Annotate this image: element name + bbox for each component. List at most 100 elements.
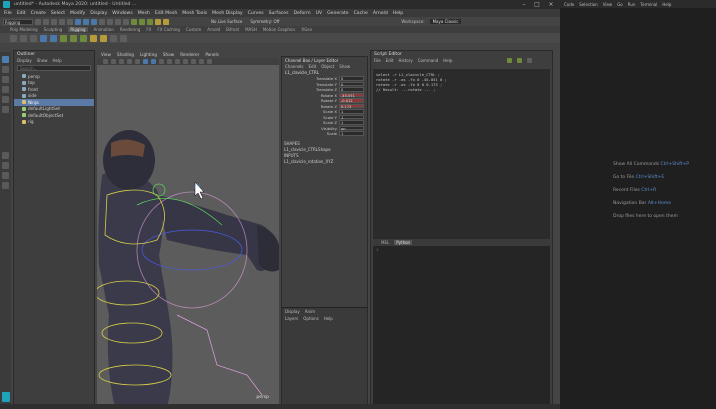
channel-box-tab-edit[interactable]: Edit — [309, 64, 317, 69]
menu-windows[interactable]: Windows — [112, 11, 133, 16]
viewport-menu-panels[interactable]: Panels — [205, 52, 218, 57]
menu-set-dropdown[interactable]: Rigging — [3, 18, 33, 25]
script-menu-history[interactable]: History — [398, 58, 412, 63]
attribute-value[interactable]: 0 — [339, 81, 364, 87]
layout-four-icon[interactable] — [2, 162, 9, 169]
menu-uv[interactable]: UV — [316, 11, 323, 16]
attribute-row[interactable]: Scale 1 — [282, 131, 367, 137]
script-menu-file[interactable]: File — [374, 58, 381, 63]
shelf-tab-rendering[interactable]: Rendering — [120, 27, 140, 32]
redo-icon[interactable] — [67, 18, 73, 25]
viewport-menu-renderer[interactable]: Renderer — [180, 52, 199, 57]
resolution-gate-icon[interactable] — [207, 59, 212, 64]
layout-outliner-icon[interactable] — [2, 182, 9, 189]
menu-create[interactable]: Create — [31, 11, 46, 16]
smooth-shade-icon[interactable] — [151, 59, 156, 64]
live-surface-label[interactable]: No Live Surface — [211, 19, 242, 24]
menu-generate[interactable]: Generate — [327, 11, 348, 16]
viewport-menu-lighting[interactable]: Lighting — [140, 52, 157, 57]
hypershade-icon[interactable] — [163, 18, 169, 25]
script-tab-mel[interactable]: MEL — [381, 240, 389, 245]
attribute-value[interactable]: 1 — [339, 109, 364, 114]
shelf-tab-rigging[interactable]: Rigging — [68, 27, 88, 32]
channel-box-tab-show[interactable]: Show — [339, 64, 350, 69]
shadows-icon[interactable] — [175, 59, 180, 64]
menu-mesh-tools[interactable]: Mesh Tools — [182, 11, 207, 16]
wireframe-icon[interactable] — [143, 59, 148, 64]
execute-icon[interactable] — [507, 58, 513, 63]
code-menu-go[interactable]: Go — [617, 2, 623, 7]
joint-tool-icon[interactable] — [10, 34, 17, 42]
menu-select[interactable]: Select — [51, 11, 65, 16]
new-scene-icon[interactable] — [35, 18, 41, 25]
cluster-icon[interactable] — [90, 34, 97, 42]
code-menu-terminal[interactable]: Terminal — [640, 2, 657, 7]
channel-box-tab-object[interactable]: Object — [321, 64, 334, 69]
code-menu-run[interactable]: Run — [628, 2, 636, 7]
menu-edit[interactable]: Edit — [17, 11, 26, 16]
code-menu-selection[interactable]: Selection — [579, 2, 597, 7]
render-settings-icon[interactable] — [155, 18, 161, 25]
lasso-tool-icon[interactable] — [2, 66, 9, 73]
shelf-tab-xgen[interactable]: XGen — [301, 27, 312, 32]
script-tab-python[interactable]: Python — [394, 240, 413, 245]
symmetry-label[interactable]: Symmetry: Off — [250, 19, 279, 24]
menu-mesh[interactable]: Mesh — [138, 11, 150, 16]
shelf-tab-mash[interactable]: MASH — [245, 27, 257, 32]
channel-box-tab-channels[interactable]: Channels — [285, 64, 304, 69]
attribute-value[interactable]: 0 — [339, 87, 364, 92]
shelf-tab-sculpting[interactable]: Sculpting — [44, 27, 63, 32]
menu-arnold[interactable]: Arnold — [373, 11, 388, 16]
wire-icon[interactable] — [120, 34, 127, 42]
move-tool-icon[interactable] — [2, 86, 9, 93]
menu-mesh-display[interactable]: Mesh Display — [212, 11, 243, 16]
code-menu-code[interactable]: Code — [564, 2, 574, 7]
menu-display[interactable]: Display — [90, 11, 107, 16]
menu-edit-mesh[interactable]: Edit Mesh — [155, 11, 177, 16]
undo-icon[interactable] — [59, 18, 65, 25]
outliner-menu-show[interactable]: Show — [37, 58, 48, 63]
lights-icon[interactable] — [167, 59, 172, 64]
time-slider[interactable] — [0, 404, 560, 409]
outliner-search-input[interactable]: Search... — [17, 65, 91, 71]
bookmark-icon[interactable] — [119, 59, 124, 64]
layout-two-icon[interactable] — [2, 172, 9, 179]
scale-tool-icon[interactable] — [2, 106, 9, 113]
attribute-value[interactable]: -45.051 — [339, 92, 364, 98]
script-menu-edit[interactable]: Edit — [386, 58, 394, 63]
minimize-button[interactable]: – — [519, 1, 529, 8]
attribute-value[interactable]: 0.173 — [339, 103, 364, 109]
ik-spline-icon[interactable] — [30, 34, 37, 42]
script-menu-help[interactable]: Help — [443, 58, 452, 63]
ambient-occlusion-icon[interactable] — [183, 59, 188, 64]
shelf-tab-poly-modeling[interactable]: Poly Modeling — [10, 27, 38, 32]
layer-menu-layers[interactable]: Layers — [285, 316, 298, 321]
open-scene-icon[interactable] — [43, 18, 49, 25]
bind-skin-icon[interactable] — [40, 34, 47, 42]
ik-handle-icon[interactable] — [20, 34, 27, 42]
viewport-menu-shading[interactable]: Shading — [117, 52, 134, 57]
history-icon[interactable] — [131, 18, 137, 25]
orient-constraint-icon[interactable] — [70, 34, 77, 42]
maximize-button[interactable]: □ — [532, 1, 542, 8]
code-menu-view[interactable]: View — [603, 2, 613, 7]
layer-menu-help[interactable]: Help — [324, 316, 333, 321]
script-input-area[interactable]: 1 — [373, 246, 550, 406]
attribute-value[interactable]: 1 — [339, 114, 364, 120]
viewport-menu-view[interactable]: View — [101, 52, 111, 57]
attribute-value[interactable]: 0 — [339, 76, 364, 81]
shelf-tab-animation[interactable]: Animation — [94, 27, 114, 32]
shelf-tab-arnold[interactable]: Arnold — [207, 27, 220, 32]
image-plane-icon[interactable] — [127, 59, 132, 64]
workspace-dropdown[interactable]: Maya Classic — [429, 19, 462, 24]
lattice-icon[interactable] — [100, 34, 107, 42]
select-hierarchy-icon[interactable] — [75, 18, 81, 25]
render-icon[interactable] — [139, 18, 145, 25]
menu-cache[interactable]: Cache — [354, 11, 368, 16]
blend-shape-icon[interactable] — [110, 34, 117, 42]
menu-help[interactable]: Help — [393, 11, 403, 16]
parent-constraint-icon[interactable] — [80, 34, 87, 42]
select-component-icon[interactable] — [91, 18, 97, 25]
close-button[interactable]: × — [546, 1, 556, 8]
isolate-select-icon[interactable] — [199, 59, 204, 64]
